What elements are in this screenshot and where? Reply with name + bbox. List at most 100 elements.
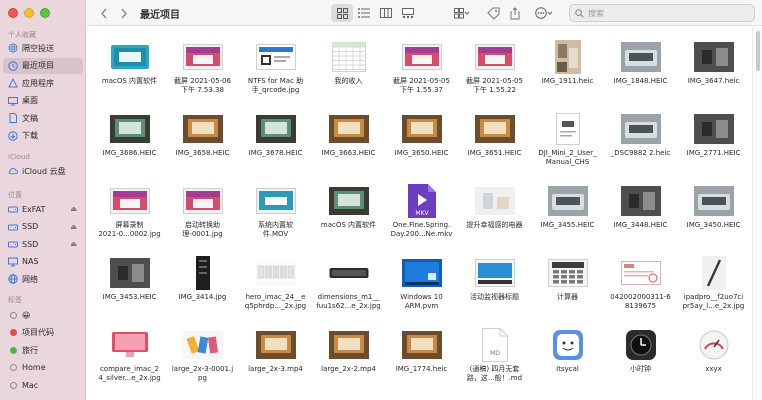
share-button[interactable] bbox=[507, 5, 523, 21]
sidebar-item[interactable]: iCloud 云盘 bbox=[3, 163, 83, 179]
sidebar-item[interactable]: 网络 bbox=[3, 271, 83, 287]
list-view-button[interactable] bbox=[353, 4, 375, 22]
group-button[interactable] bbox=[451, 5, 473, 21]
file-item[interactable]: 042002000311-6 8139675 bbox=[604, 257, 677, 329]
icon-view-button[interactable] bbox=[331, 4, 353, 22]
sidebar-item[interactable]: Mac bbox=[3, 377, 83, 393]
back-button[interactable] bbox=[97, 5, 111, 21]
file-item[interactable]: IMG_2771.HEIC bbox=[677, 113, 750, 185]
sidebar-item[interactable]: SSD ⏏ bbox=[3, 236, 83, 252]
file-item[interactable]: IMG_1848.HEIC bbox=[604, 41, 677, 113]
file-item[interactable]: compare_imac_2 4_silver...e_2x.jpg bbox=[93, 329, 166, 400]
file-item[interactable]: DJI_Mini_2_User_ Manual_CHS bbox=[531, 113, 604, 185]
file-item[interactable]: 小时钟 bbox=[604, 329, 677, 400]
sidebar-item-label: 文稿 bbox=[22, 113, 38, 123]
file-item[interactable]: hero_imac_24__e q5phrdp..._2x.jpg bbox=[239, 257, 312, 329]
file-item[interactable]: IMG_3450.HEIC bbox=[677, 185, 750, 257]
file-label: 小时钟 bbox=[630, 365, 651, 373]
file-item[interactable]: 活动监视器标题 bbox=[458, 257, 531, 329]
forward-button[interactable] bbox=[117, 5, 131, 21]
share-icon bbox=[510, 6, 520, 19]
list-icon bbox=[358, 8, 370, 18]
sidebar-item[interactable]: NAS bbox=[3, 254, 83, 270]
file-item[interactable]: Itsycal bbox=[531, 329, 604, 400]
file-thumbnail bbox=[620, 113, 662, 145]
file-item[interactable]: xxyx bbox=[677, 329, 750, 400]
sidebar-item[interactable]: Home bbox=[3, 360, 83, 376]
file-item[interactable]: 我的收入 bbox=[312, 41, 385, 113]
sidebar-item[interactable]: 下载 bbox=[3, 128, 83, 144]
sidebar-item[interactable]: 文稿 bbox=[3, 110, 83, 126]
file-item[interactable]: macOS 内置软件 bbox=[312, 185, 385, 257]
view-switcher bbox=[331, 4, 419, 22]
sidebar-item[interactable]: 最近项目 bbox=[3, 57, 83, 74]
file-item[interactable]: IMG_3647.heic bbox=[677, 41, 750, 113]
file-item[interactable]: large_2x-2.mp4 bbox=[312, 329, 385, 400]
file-item[interactable]: IMG_1774.heic bbox=[385, 329, 458, 400]
file-thumbnail bbox=[182, 41, 224, 73]
gallery-icon bbox=[402, 8, 414, 18]
file-item[interactable]: 截屏 2021-05-06 下午 7.53.38 bbox=[166, 41, 239, 113]
file-item[interactable]: large_2x-3.mp4 bbox=[239, 329, 312, 400]
file-item[interactable]: IMG_3453.HEIC bbox=[93, 257, 166, 329]
eject-icon[interactable]: ⏏ bbox=[70, 240, 77, 248]
file-item[interactable]: IMG_3663.HEIC bbox=[312, 113, 385, 185]
sidebar-item[interactable]: 旅行 bbox=[3, 342, 83, 358]
sidebar-item[interactable]: 隔空投送 bbox=[3, 40, 83, 56]
file-item[interactable]: IMG_3650.HEIC bbox=[385, 113, 458, 185]
file-item[interactable]: Windows 10 ARM.pvm bbox=[385, 257, 458, 329]
file-item[interactable]: ipadpro__f2uo7ci pr5ay_l...e_2x.jpg bbox=[677, 256, 750, 329]
search-field[interactable]: 搜索 bbox=[569, 4, 755, 22]
file-item[interactable]: 启动转换助 理-0001.jpg bbox=[166, 185, 239, 257]
file-item[interactable]: large_2x-3-0001.j pg bbox=[166, 329, 239, 400]
sidebar-item-label: ExFAT bbox=[22, 204, 46, 214]
drive-icon bbox=[8, 204, 18, 214]
file-item[interactable]: dimensions_m1__ fuu1s62...e_2x.jpg bbox=[312, 257, 385, 329]
file-item[interactable]: IMG_3678.HEIC bbox=[239, 113, 312, 185]
sidebar-item[interactable]: 😀 bbox=[3, 307, 83, 323]
file-item[interactable]: IMG_3414.jpg bbox=[166, 256, 239, 329]
sidebar-item-label: Home bbox=[22, 363, 46, 372]
file-item[interactable]: 系统内置软 件.MOV bbox=[239, 185, 312, 257]
file-item[interactable]: IMG_3686.HEIC bbox=[93, 113, 166, 185]
eject-icon[interactable]: ⏏ bbox=[70, 205, 77, 213]
minimize-button[interactable] bbox=[24, 8, 34, 18]
file-thumbnail: MD bbox=[474, 328, 516, 362]
close-button[interactable] bbox=[8, 8, 18, 18]
file-item[interactable]: _DSC9882 2.heic bbox=[604, 113, 677, 185]
gallery-view-button[interactable] bbox=[397, 4, 419, 22]
file-item[interactable]: NTFS for Mac 助 手_qrcode.jpg bbox=[239, 41, 312, 113]
scrollbar[interactable] bbox=[752, 27, 762, 400]
sidebar-item[interactable]: 桌面 bbox=[3, 93, 83, 109]
file-thumbnail bbox=[109, 41, 151, 73]
file-item[interactable]: IMG_3651.HEIC bbox=[458, 113, 531, 185]
sidebar-item[interactable]: 项目代码 bbox=[3, 325, 83, 341]
file-label: Windows 10 ARM.pvm bbox=[400, 293, 443, 310]
file-item[interactable]: MD (通稿) 四月无套 路，这...般！.md bbox=[458, 328, 531, 400]
file-item[interactable]: IMG_3658.HEIC bbox=[166, 113, 239, 185]
file-item[interactable]: IMG_3448.HEIC bbox=[604, 185, 677, 257]
tag-button[interactable] bbox=[485, 5, 501, 21]
file-item[interactable]: 计算器 bbox=[531, 257, 604, 329]
file-item[interactable]: IMG_1911.heic bbox=[531, 40, 604, 113]
eject-icon[interactable]: ⏏ bbox=[70, 223, 77, 231]
file-label: IMG_3651.HEIC bbox=[467, 149, 522, 157]
file-thumbnail bbox=[474, 41, 516, 73]
zoom-button[interactable] bbox=[40, 8, 50, 18]
svg-text:MD: MD bbox=[490, 350, 500, 357]
file-item[interactable]: 截屏 2021-05-05 下午 1.55.22 bbox=[458, 41, 531, 113]
file-item[interactable]: 截屏 2021-05-05 下午 1.55.37 bbox=[385, 41, 458, 113]
file-item[interactable]: 屏幕录制 2021-0...0002.jpg bbox=[93, 185, 166, 257]
column-view-button[interactable] bbox=[375, 4, 397, 22]
file-item[interactable]: macOS 内置软件 bbox=[93, 41, 166, 113]
sidebar-item[interactable]: 应用程序 bbox=[3, 75, 83, 91]
sidebar-item[interactable]: ExFAT ⏏ bbox=[3, 201, 83, 217]
action-menu-button[interactable] bbox=[533, 5, 557, 21]
file-item[interactable]: 提升幸福感的电器 bbox=[458, 185, 531, 257]
file-item[interactable]: IMG_3455.HEIC bbox=[531, 185, 604, 257]
sidebar-section-title: 标签 bbox=[8, 296, 22, 304]
file-thumbnail bbox=[182, 185, 224, 217]
scroll-knob[interactable] bbox=[756, 31, 760, 71]
sidebar-item[interactable]: SSD ⏏ bbox=[3, 219, 83, 235]
file-item[interactable]: MKV One.Fine.Spring. Day.200...Ne.mkv bbox=[385, 184, 458, 257]
